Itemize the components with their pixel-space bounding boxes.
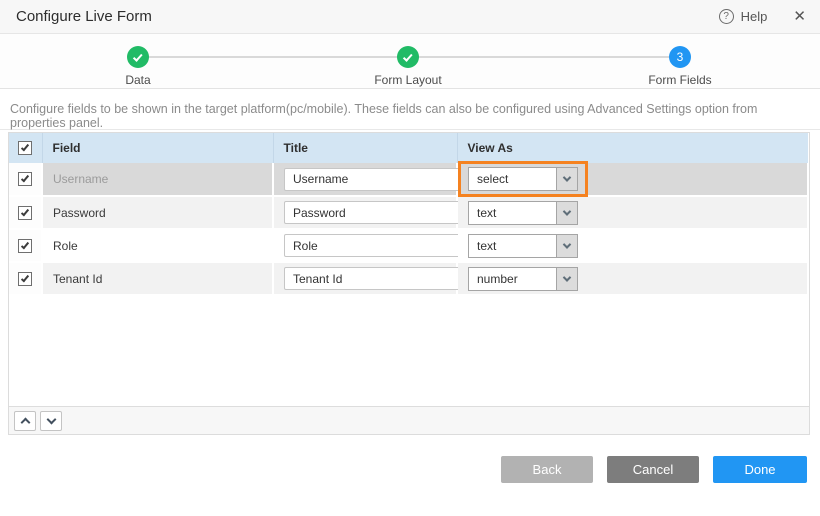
wizard-stepper: Data Form Layout 3 Form Fields (0, 34, 820, 89)
select-all-checkbox[interactable] (18, 141, 32, 155)
move-down-icon (46, 414, 56, 424)
move-down-button[interactable] (40, 411, 62, 431)
check-icon (132, 51, 142, 61)
row-checkbox[interactable] (18, 206, 32, 220)
table-row[interactable]: Tenant Id number (9, 262, 808, 295)
row-checkbox[interactable] (18, 272, 32, 286)
step-complete-icon (397, 46, 419, 68)
help-label: Help (741, 9, 768, 24)
help-button[interactable]: ? Help (719, 9, 768, 24)
row-checkbox[interactable] (18, 172, 32, 186)
cancel-button[interactable]: Cancel (607, 456, 699, 483)
check-icon (21, 208, 29, 217)
dialog-titlebar: Configure Live Form ? Help ✕ (0, 0, 820, 34)
fields-table: Field Title View As Username select (9, 133, 809, 296)
fields-table-container: Field Title View As Username select (8, 132, 810, 435)
chevron-down-icon (563, 240, 571, 248)
select-dropdown-button[interactable] (556, 168, 577, 190)
check-icon (21, 241, 29, 250)
title-input[interactable] (284, 267, 461, 290)
check-icon (21, 143, 29, 152)
step-label: Data (125, 73, 150, 87)
title-input[interactable] (284, 201, 461, 224)
column-header-title: Title (273, 133, 457, 163)
table-header-row: Field Title View As (9, 133, 808, 163)
step-label: Form Layout (374, 73, 441, 87)
back-button[interactable]: Back (501, 456, 593, 483)
check-icon (21, 174, 29, 183)
view-as-select[interactable]: text (468, 201, 578, 225)
field-name: Tenant Id (42, 262, 273, 295)
title-input[interactable] (284, 168, 461, 191)
step-form-layout[interactable]: Form Layout (348, 46, 468, 87)
table-empty-area (9, 296, 809, 406)
view-as-value: text (469, 239, 556, 253)
table-row[interactable]: Role text (9, 229, 808, 262)
select-dropdown-button[interactable] (556, 202, 577, 224)
description-band: Configure fields to be shown in the targ… (0, 89, 820, 130)
help-icon: ? (719, 9, 734, 24)
column-header-field: Field (42, 133, 273, 163)
step-data[interactable]: Data (78, 46, 198, 87)
view-as-select[interactable]: text (468, 234, 578, 258)
select-dropdown-button[interactable] (556, 235, 577, 257)
move-up-button[interactable] (14, 411, 36, 431)
step-label: Form Fields (648, 73, 711, 87)
table-row[interactable]: Username select (9, 163, 808, 196)
close-icon[interactable]: ✕ (793, 9, 806, 24)
page-title: Configure Live Form (16, 8, 152, 25)
view-as-select[interactable]: select (468, 167, 578, 191)
check-icon (21, 274, 29, 283)
chevron-down-icon (563, 173, 571, 181)
view-as-value: select (469, 172, 556, 186)
select-dropdown-button[interactable] (556, 268, 577, 290)
move-up-icon (20, 417, 30, 427)
field-name: Username (42, 163, 273, 196)
view-as-select[interactable]: number (468, 267, 578, 291)
view-as-value: text (469, 206, 556, 220)
chevron-down-icon (563, 207, 571, 215)
view-as-value: number (469, 272, 556, 286)
row-checkbox[interactable] (18, 239, 32, 253)
step-form-fields[interactable]: 3 Form Fields (620, 46, 740, 87)
done-button[interactable]: Done (713, 456, 807, 483)
field-name: Password (42, 196, 273, 229)
description-text: Configure fields to be shown in the targ… (10, 102, 810, 130)
field-name: Role (42, 229, 273, 262)
reorder-toolbar (9, 406, 809, 434)
table-row[interactable]: Password text (9, 196, 808, 229)
step-complete-icon (127, 46, 149, 68)
column-header-view-as: View As (457, 133, 808, 163)
title-input[interactable] (284, 234, 461, 257)
dialog-footer: Back Cancel Done (0, 433, 820, 516)
check-icon (402, 51, 412, 61)
chevron-down-icon (563, 273, 571, 281)
step-number-badge: 3 (669, 46, 691, 68)
